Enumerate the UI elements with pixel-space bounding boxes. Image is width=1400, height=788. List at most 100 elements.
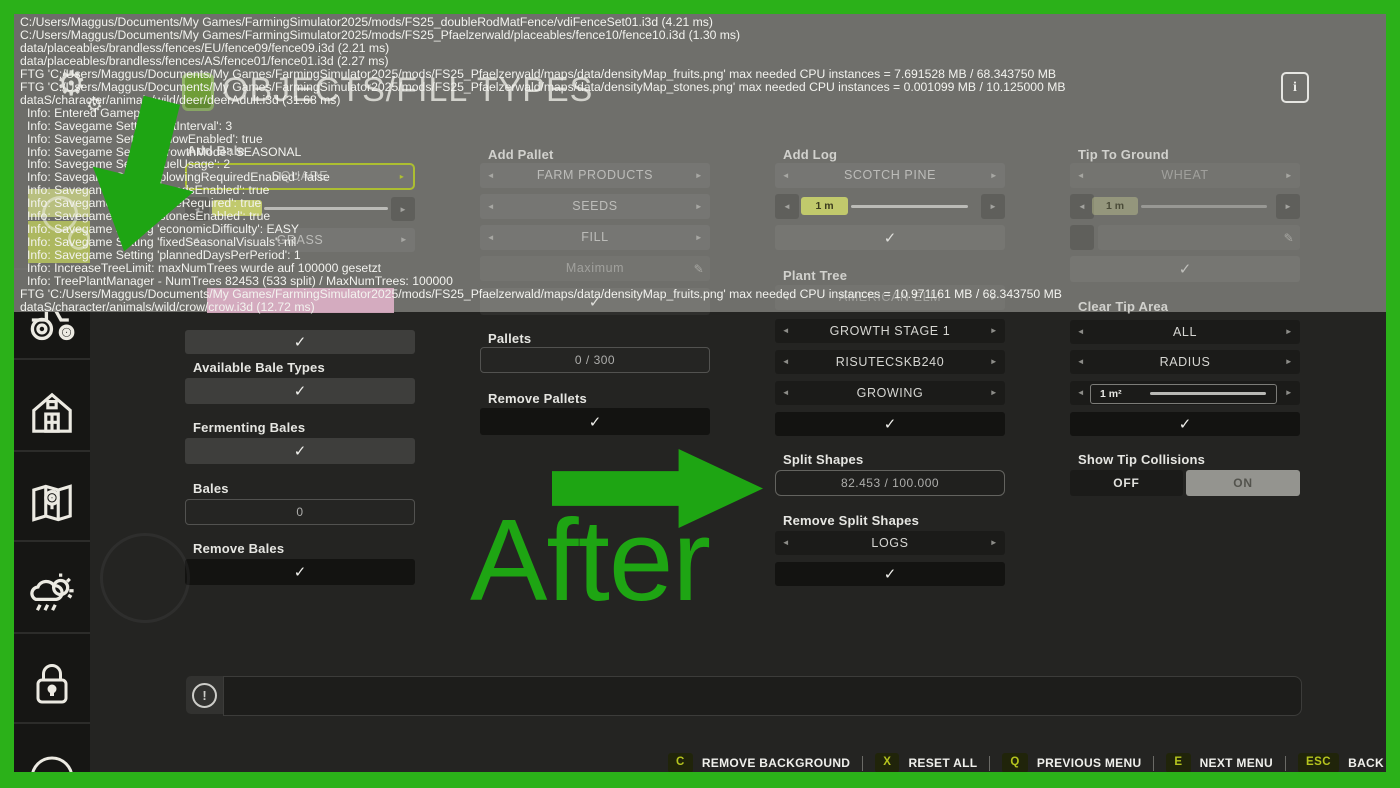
clear-tip-mode-select[interactable]: ◄ RADIUS ► (1070, 350, 1300, 374)
divider (14, 722, 90, 724)
hotkey-key-badge[interactable]: Q (1002, 753, 1027, 773)
available-bale-types-label: Available Bale Types (193, 360, 325, 376)
hotkey-esc[interactable]: ESC BACK (1298, 753, 1384, 773)
checkmark-icon: ✓ (294, 563, 307, 581)
plant-tree-state-value: GROWING (797, 387, 983, 400)
notification-icon-box: ! (186, 676, 223, 714)
clear-tip-radius-value: 1 m² (1091, 389, 1122, 400)
add-bale-confirm-button[interactable]: ✓ (185, 330, 415, 354)
console-log-line: dataS/character/animals/wild/deer/deerAd… (20, 94, 1220, 107)
plant-tree-variant-value: RISUTECSKB240 (797, 356, 983, 369)
bales-label: Bales (193, 481, 229, 497)
sidebar-item-farm[interactable] (26, 387, 78, 439)
plant-tree-confirm-button[interactable]: ✓ (775, 412, 1005, 436)
console-log-line: FTG 'C:/Users/Maggus/Documents/My Games/… (20, 81, 1220, 94)
sidebar-item-map[interactable] (26, 477, 78, 529)
remove-bales-button[interactable]: ✓ (185, 559, 415, 585)
hotkey-c[interactable]: C REMOVE BACKGROUND (668, 753, 850, 773)
sidebar-item-lock[interactable] (27, 659, 77, 709)
clear-tip-mode-value: RADIUS (1092, 356, 1278, 369)
checkmark-icon: ✓ (294, 333, 307, 351)
weather-icon (25, 567, 79, 621)
hotkey-divider (1285, 756, 1286, 771)
divider (14, 632, 90, 634)
chevron-right-icon[interactable]: ► (983, 358, 1005, 366)
chevron-right-icon[interactable]: ► (983, 539, 1005, 547)
notification-bar (223, 676, 1302, 716)
console-log-line: Info: Savegame Setting 'dirtInterval': 3 (20, 120, 1220, 133)
frame-left (0, 0, 14, 788)
amount-increase-button[interactable]: ► (1276, 194, 1300, 219)
plant-tree-state-select[interactable]: ◄ GROWING ► (775, 381, 1005, 405)
chevron-left-icon[interactable]: ◄ (775, 327, 797, 335)
frame-top (0, 0, 1400, 14)
console-log-line: C:/Users/Maggus/Documents/My Games/Farmi… (20, 29, 1220, 42)
split-shapes-label: Split Shapes (783, 452, 863, 468)
remove-pallets-label: Remove Pallets (488, 391, 587, 407)
split-shapes-count: 82.453 / 100.000 (775, 470, 1005, 496)
frame-right (1386, 0, 1400, 788)
chevron-right-icon[interactable]: ► (983, 327, 1005, 335)
chevron-left-icon[interactable]: ◄ (1070, 358, 1092, 366)
hotkey-q[interactable]: QPREVIOUS MENU (1002, 753, 1141, 773)
hotkey-x[interactable]: XRESET ALL (875, 753, 977, 773)
chevron-left-icon[interactable]: ◄ (775, 389, 797, 397)
chevron-right-icon[interactable]: ► (1278, 358, 1300, 366)
tip-collisions-off-button[interactable]: OFF (1070, 470, 1183, 496)
pallets-count: 0 / 300 (480, 347, 710, 373)
remove-pallets-button[interactable]: ✓ (480, 408, 710, 435)
chevron-left-icon[interactable]: ◄ (1070, 328, 1092, 336)
annotation-after-label: After (470, 502, 710, 618)
available-bale-types-button[interactable]: ✓ (185, 378, 415, 404)
chevron-left-icon[interactable]: ◄ (775, 358, 797, 366)
pallets-label: Pallets (488, 331, 531, 347)
game-screen: ✓ Available Bale Types ✓ Fermenting Bale… (0, 0, 1400, 788)
checkmark-icon: ✓ (294, 442, 307, 460)
console-log-line: data/placeables/brandless/fences/AS/fenc… (20, 55, 1220, 68)
plant-tree-variant-select[interactable]: ◄ RISUTECSKB240 ► (775, 350, 1005, 374)
checkmark-icon: ✓ (884, 565, 897, 583)
checkmark-icon: ✓ (589, 413, 602, 431)
remove-split-shapes-button[interactable]: ✓ (775, 562, 1005, 586)
chevron-left-icon[interactable]: ◄ (1070, 389, 1092, 397)
hotkey-label: BACK (1348, 757, 1384, 769)
fermenting-bales-button[interactable]: ✓ (185, 438, 415, 464)
remove-split-shapes-mode-select[interactable]: ◄ LOGS ► (775, 531, 1005, 555)
tip-collisions-on-button[interactable]: ON (1186, 470, 1300, 496)
hotkey-key-badge[interactable]: ESC (1298, 753, 1339, 773)
console-log-line: FTG 'C:/Users/Maggus/Documents/My Games/… (20, 68, 1220, 81)
pencil-icon[interactable]: ✎ (1278, 232, 1300, 244)
remove-bales-label: Remove Bales (193, 541, 284, 557)
chevron-right-icon[interactable]: ► (1278, 389, 1300, 397)
frame-bottom (0, 772, 1400, 788)
clear-tip-scope-select[interactable]: ◄ ALL ► (1070, 320, 1300, 344)
chevron-right-icon[interactable]: ► (983, 389, 1005, 397)
barn-icon (26, 387, 78, 439)
clear-tip-radius-box[interactable]: 1 m² (1090, 384, 1277, 404)
sidebar-item-weather[interactable] (25, 567, 79, 621)
hotkey-key-badge[interactable]: E (1166, 753, 1190, 773)
console-log-line: Info: Entered Gameplay (20, 107, 1220, 120)
fermenting-bales-label: Fermenting Bales (193, 420, 305, 436)
hotkey-key-badge[interactable]: X (875, 753, 899, 773)
hotkey-label: REMOVE BACKGROUND (702, 757, 850, 769)
hotkey-divider (862, 756, 863, 771)
chevron-right-icon[interactable]: ► (1278, 172, 1300, 180)
bales-count: 0 (185, 499, 415, 525)
console-log-line: Info: Savegame Setting 'snowEnabled': tr… (20, 133, 1220, 146)
chevron-left-icon[interactable]: ◄ (775, 539, 797, 547)
plant-tree-stage-value: GROWTH STAGE 1 (797, 325, 983, 338)
console-log-line: dataS/character/animals/wild/crow/crow.i… (20, 301, 1220, 314)
console-log-line: data/placeables/brandless/fences/EU/fenc… (20, 42, 1220, 55)
plant-tree-stage-select[interactable]: ◄ GROWTH STAGE 1 ► (775, 319, 1005, 343)
checkmark-icon: ✓ (884, 415, 897, 433)
hotkey-key-badge[interactable]: C (668, 753, 693, 773)
info-icon[interactable]: i (1281, 72, 1309, 103)
hotkey-e[interactable]: E NEXT MENU (1166, 753, 1273, 773)
chevron-right-icon[interactable]: ► (1278, 328, 1300, 336)
remove-split-shapes-label: Remove Split Shapes (783, 513, 919, 529)
hotkey-label: NEXT MENU (1200, 757, 1273, 769)
divider (14, 540, 90, 542)
clear-tip-confirm-button[interactable]: ✓ (1070, 412, 1300, 436)
checkmark-icon: ✓ (1179, 415, 1192, 433)
